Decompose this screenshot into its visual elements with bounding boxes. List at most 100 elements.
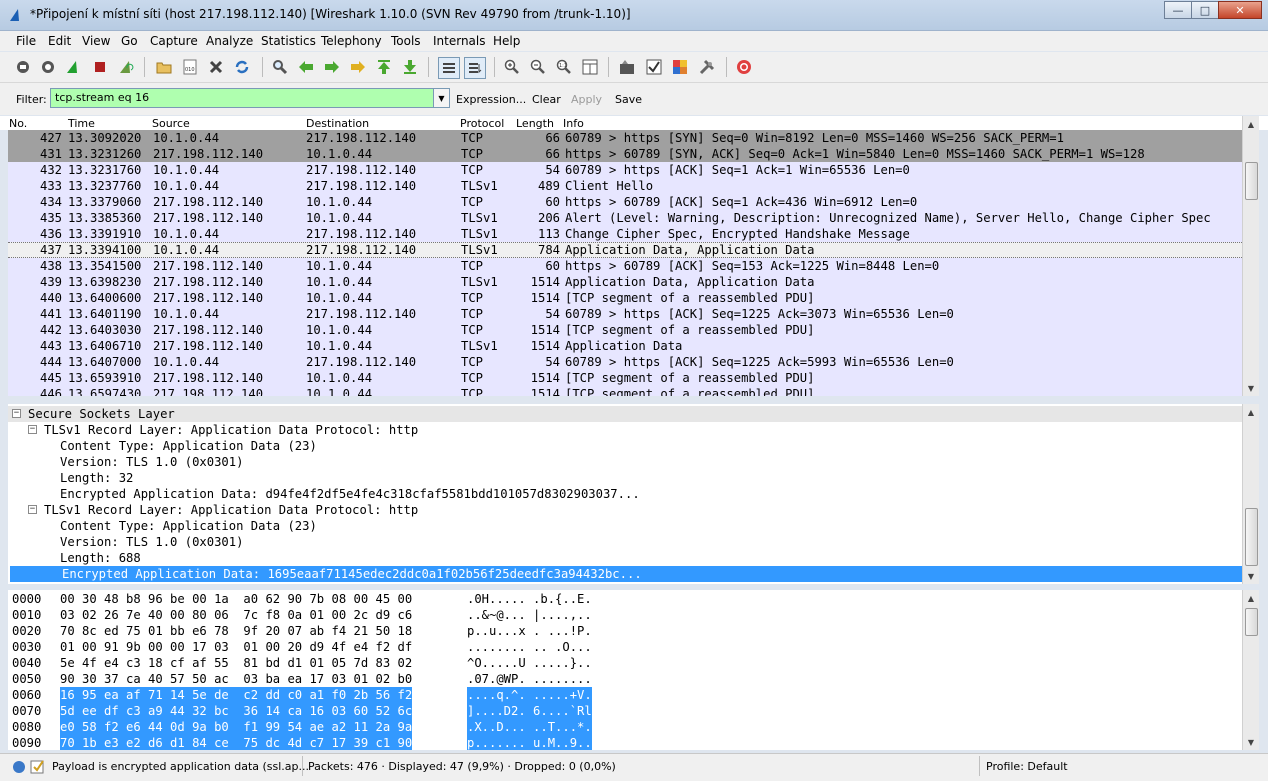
scroll-thumb[interactable] xyxy=(1245,608,1258,636)
interface-list-icon[interactable] xyxy=(14,58,32,76)
packet-row[interactable]: 445 13.6593910 217.198.112.140 10.1.0.44 TCP… xyxy=(8,370,1242,386)
packet-row[interactable]: 438 13.3541500 217.198.112.140 10.1.0.44 TCP… xyxy=(8,258,1242,274)
display-filters-icon[interactable] xyxy=(645,58,663,76)
zoom-out-icon[interactable] xyxy=(529,58,547,76)
hex-bytes[interactable]: 5d ee df c3 a9 44 32 bc 36 14 ca 16 03 6… xyxy=(60,703,413,719)
capture-filters-icon[interactable] xyxy=(618,58,636,76)
hex-ascii[interactable]: .X..D... ..T...*. xyxy=(467,719,592,735)
menu-help[interactable]: Help xyxy=(493,34,520,48)
packet-list[interactable]: 427 13.3092020 10.1.0.44 217.198.112.140 TCP… xyxy=(8,130,1242,396)
packet-row[interactable]: 435 13.3385360 217.198.112.140 10.1.0.44 TLS… xyxy=(8,210,1242,226)
hex-bytes[interactable]: 70 1b e3 e2 d6 d1 84 ce 75 dc 4d c7 17 3… xyxy=(60,735,413,750)
packet-row[interactable]: 444 13.6407000 10.1.0.44 217.198.112.140 TCP… xyxy=(8,354,1242,370)
hex-ascii[interactable]: ..&~@... |....,.. xyxy=(467,607,592,623)
hex-bytes[interactable]: 90 30 37 ca 40 57 50 ac 03 ba ea 17 03 0… xyxy=(60,671,412,687)
close-button[interactable]: ✕ xyxy=(1218,1,1262,19)
detail-field[interactable]: Content Type: Application Data (23) xyxy=(8,438,1242,454)
hex-row[interactable]: 0050 90 30 37 ca 40 57 50 ac 03 ba ea 17 … xyxy=(8,671,1242,687)
stop-capture-icon[interactable] xyxy=(91,58,109,76)
detail-field[interactable]: Content Type: Application Data (23) xyxy=(8,518,1242,534)
menu-view[interactable]: View xyxy=(82,34,110,48)
bytes-scrollbar[interactable]: ▲ ▼ xyxy=(1242,590,1259,750)
packet-row[interactable]: 432 13.3231760 10.1.0.44 217.198.112.140 TCP… xyxy=(8,162,1242,178)
column-info[interactable]: Info xyxy=(563,117,584,130)
packet-row[interactable]: 443 13.6406710 217.198.112.140 10.1.0.44 TLS… xyxy=(8,338,1242,354)
column-time[interactable]: Time xyxy=(68,117,95,130)
detail-field[interactable]: − TLSv1 Record Layer: Application Data Pr… xyxy=(8,502,1242,518)
packet-row[interactable]: 431 13.3231260 217.198.112.140 10.1.0.44 TCP… xyxy=(8,146,1242,162)
hex-row[interactable]: 0030 01 00 91 9b 00 00 17 03 01 00 20 d9 … xyxy=(8,639,1242,655)
packet-row[interactable]: 427 13.3092020 10.1.0.44 217.198.112.140 TCP… xyxy=(8,130,1242,146)
maximize-button[interactable]: □ xyxy=(1191,1,1219,19)
menu-edit[interactable]: Edit xyxy=(48,34,71,48)
hex-bytes[interactable]: 70 8c ed 75 01 bb e6 78 9f 20 07 ab f4 2… xyxy=(60,623,412,639)
expert-info-icon[interactable] xyxy=(30,759,46,778)
hex-bytes[interactable]: 16 95 ea af 71 14 5e de c2 dd c0 a1 f0 2… xyxy=(60,687,413,703)
column-source[interactable]: Source xyxy=(152,117,190,130)
hex-bytes[interactable]: 00 30 48 b8 96 be 00 1a a0 62 90 7b 08 0… xyxy=(60,591,412,607)
apply-button[interactable]: Apply xyxy=(571,93,602,106)
hex-ascii[interactable]: ]....D2. 6....`Rl xyxy=(467,703,592,719)
collapse-icon[interactable]: − xyxy=(28,505,37,514)
packet-list-scrollbar[interactable]: ▲ ▼ xyxy=(1242,116,1259,396)
packet-row[interactable]: 446 13.6597430 217.198.112.140 10.1.0.44 TCP… xyxy=(8,386,1242,396)
hex-row[interactable]: 0060 16 95 ea af 71 14 5e de c2 dd c0 a1 … xyxy=(8,687,1242,703)
hex-row[interactable]: 0010 03 02 26 7e 40 00 80 06 7c f8 0a 01 … xyxy=(8,607,1242,623)
save-file-icon[interactable]: 010 xyxy=(181,58,199,76)
profile-indicator[interactable]: Profile: Default xyxy=(986,760,1068,773)
hex-ascii[interactable]: ........ .. .O... xyxy=(467,639,592,655)
hex-ascii[interactable]: p..u...x . ...!P. xyxy=(467,623,592,639)
detail-section[interactable]: − Secure Sockets Layer xyxy=(8,406,1242,422)
capture-options-icon[interactable] xyxy=(39,58,57,76)
hex-row[interactable]: 0090 70 1b e3 e2 d6 d1 84 ce 75 dc 4d c7 … xyxy=(8,735,1242,750)
packet-details-pane[interactable]: − Secure Sockets Layer − TLSv1 Record Layer… xyxy=(8,404,1242,584)
colorize-icon[interactable] xyxy=(438,57,460,79)
scroll-up-icon[interactable]: ▲ xyxy=(1243,590,1259,606)
column-length[interactable]: Length xyxy=(516,117,554,130)
capture-status-icon[interactable] xyxy=(12,760,26,777)
column-protocol[interactable]: Protocol xyxy=(460,117,504,130)
detail-field[interactable]: − TLSv1 Record Layer: Application Data Pr… xyxy=(8,422,1242,438)
scroll-thumb[interactable] xyxy=(1245,508,1258,566)
go-forward-icon[interactable] xyxy=(323,58,341,76)
packet-row[interactable]: 442 13.6403030 217.198.112.140 10.1.0.44 TCP… xyxy=(8,322,1242,338)
menu-file[interactable]: File xyxy=(16,34,36,48)
scroll-up-icon[interactable]: ▲ xyxy=(1243,116,1259,132)
hex-ascii[interactable]: p....... u.M..9.. xyxy=(467,735,592,750)
hex-row[interactable]: 0080 e0 58 f2 e6 44 0d 9a b0 f1 99 54 ae … xyxy=(8,719,1242,735)
first-packet-icon[interactable] xyxy=(375,58,393,76)
go-to-packet-icon[interactable] xyxy=(349,58,367,76)
detail-field[interactable]: Version: TLS 1.0 (0x0301) xyxy=(8,534,1242,550)
detail-field[interactable]: Encrypted Application Data: d94fe4f2df5e… xyxy=(8,486,1242,502)
detail-field[interactable]: Length: 688 xyxy=(8,550,1242,566)
detail-field[interactable]: Encrypted Application Data: 1695eaaf7114… xyxy=(10,566,1242,582)
filter-dropdown-button[interactable]: ▼ xyxy=(434,88,450,108)
reload-icon[interactable] xyxy=(233,58,251,76)
packet-row[interactable]: 434 13.3379060 217.198.112.140 10.1.0.44 TCP… xyxy=(8,194,1242,210)
start-capture-icon[interactable] xyxy=(64,58,82,76)
collapse-icon[interactable]: − xyxy=(28,425,37,434)
collapse-icon[interactable]: − xyxy=(12,409,21,418)
hex-row[interactable]: 0000 00 30 48 b8 96 be 00 1a a0 62 90 7b … xyxy=(8,591,1242,607)
hex-ascii[interactable]: ^O.....U .....}.. xyxy=(467,655,592,671)
normal-size-icon[interactable]: 1:1 xyxy=(555,58,573,76)
resize-columns-icon[interactable] xyxy=(581,58,599,76)
help-icon[interactable] xyxy=(735,58,753,76)
hex-row[interactable]: 0070 5d ee df c3 a9 44 32 bc 36 14 ca 16 … xyxy=(8,703,1242,719)
display-filter-input[interactable]: tcp.stream eq 16 xyxy=(50,88,434,108)
menu-statistics[interactable]: Statistics xyxy=(261,34,316,48)
menu-go[interactable]: Go xyxy=(121,34,138,48)
expression-button[interactable]: Expression... xyxy=(456,93,526,106)
last-packet-icon[interactable] xyxy=(401,58,419,76)
packet-row[interactable]: 441 13.6401190 10.1.0.44 217.198.112.140 TCP… xyxy=(8,306,1242,322)
packet-row[interactable]: 433 13.3237760 10.1.0.44 217.198.112.140 TLS… xyxy=(8,178,1242,194)
menu-telephony[interactable]: Telephony xyxy=(321,34,382,48)
packet-row[interactable]: 436 13.3391910 10.1.0.44 217.198.112.140 TLS… xyxy=(8,226,1242,242)
hex-ascii[interactable]: .0H..... .b.{..E. xyxy=(467,591,592,607)
auto-scroll-icon[interactable] xyxy=(464,57,486,79)
hex-bytes[interactable]: 03 02 26 7e 40 00 80 06 7c f8 0a 01 00 2… xyxy=(60,607,412,623)
scroll-thumb[interactable] xyxy=(1245,162,1258,200)
preferences-icon[interactable] xyxy=(698,58,716,76)
restart-capture-icon[interactable] xyxy=(117,58,135,76)
hex-row[interactable]: 0040 5e 4f e4 c3 18 cf af 55 81 bd d1 01 … xyxy=(8,655,1242,671)
